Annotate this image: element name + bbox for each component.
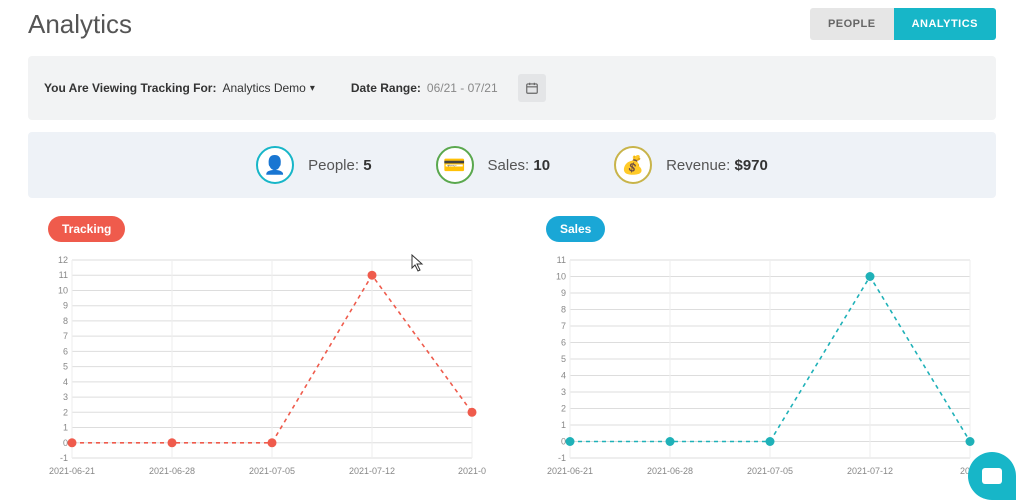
stat-revenue: 💰 Revenue: $970: [614, 146, 768, 184]
svg-text:11: 11: [59, 270, 68, 280]
svg-text:2021-0: 2021-0: [458, 466, 486, 476]
svg-text:5: 5: [63, 362, 68, 372]
svg-text:2021-07-05: 2021-07-05: [747, 466, 793, 476]
calendar-button[interactable]: [518, 74, 546, 102]
svg-text:8: 8: [561, 305, 566, 315]
sales-badge: Sales: [546, 216, 605, 242]
chat-icon: [982, 468, 1002, 484]
svg-text:2021-06-28: 2021-06-28: [647, 466, 693, 476]
view-tabs: People Analytics: [810, 8, 996, 40]
tracking-chart: -101234567891011122021-06-212021-06-2820…: [34, 254, 492, 480]
tracking-badge: Tracking: [48, 216, 125, 242]
svg-text:9: 9: [561, 288, 566, 298]
svg-text:12: 12: [58, 255, 68, 265]
svg-text:2021-06-21: 2021-06-21: [547, 466, 593, 476]
tracking-selector[interactable]: Analytics Demo ▾: [222, 81, 314, 95]
svg-text:8: 8: [63, 316, 68, 326]
svg-text:6: 6: [63, 346, 68, 356]
svg-text:5: 5: [561, 354, 566, 364]
svg-text:11: 11: [557, 255, 566, 265]
svg-text:4: 4: [561, 371, 566, 381]
people-icon: 👤: [256, 146, 294, 184]
stat-sales: 💳 Sales: 10: [436, 146, 551, 184]
svg-text:9: 9: [63, 301, 68, 311]
sales-chart: -1 0 1 2 3 4 5 6 7 8 9 10 11 2021-06-21 2021-06-28 2021…: [532, 254, 990, 480]
stat-people: 👤 People: 5: [256, 146, 371, 184]
svg-text:3: 3: [63, 392, 68, 402]
sales-icon: 💳: [436, 146, 474, 184]
svg-text:0: 0: [63, 438, 68, 448]
stat-people-label: People:: [308, 157, 359, 174]
stat-sales-value: 10: [533, 157, 550, 174]
svg-text:-1: -1: [558, 453, 566, 463]
stat-revenue-label: Revenue:: [666, 157, 730, 174]
svg-text:2021-06-21: 2021-06-21: [49, 466, 95, 476]
svg-text:4: 4: [63, 377, 68, 387]
svg-text:7: 7: [561, 321, 566, 331]
svg-text:6: 6: [561, 338, 566, 348]
svg-text:1: 1: [63, 423, 68, 433]
svg-text:1: 1: [561, 420, 566, 430]
chat-button[interactable]: [968, 452, 1016, 500]
stats-strip: 👤 People: 5 💳 Sales: 10 💰 Revenue: $970: [28, 132, 996, 198]
filter-bar: You Are Viewing Tracking For: Analytics …: [28, 56, 996, 120]
tab-people[interactable]: People: [810, 8, 894, 40]
tracking-for-label: You Are Viewing Tracking For:: [44, 81, 216, 95]
tab-analytics[interactable]: Analytics: [894, 8, 996, 40]
svg-text:10: 10: [556, 272, 566, 282]
svg-text:3: 3: [561, 387, 566, 397]
svg-text:10: 10: [58, 285, 68, 295]
svg-text:-1: -1: [60, 453, 68, 463]
svg-text:2021-07-12: 2021-07-12: [847, 466, 893, 476]
stat-revenue-value: $970: [734, 157, 767, 174]
svg-text:2021-07-12: 2021-07-12: [349, 466, 395, 476]
tracking-selector-value: Analytics Demo: [222, 81, 305, 95]
svg-text:2021-06-28: 2021-06-28: [149, 466, 195, 476]
svg-text:0: 0: [561, 437, 566, 447]
revenue-icon: 💰: [614, 146, 652, 184]
svg-text:7: 7: [63, 331, 68, 341]
svg-text:2: 2: [63, 407, 68, 417]
chevron-down-icon: ▾: [310, 83, 315, 94]
svg-text:2021-07-05: 2021-07-05: [249, 466, 295, 476]
calendar-icon: [525, 81, 539, 95]
date-range-label: Date Range:: [351, 81, 421, 95]
page-title: Analytics: [28, 9, 132, 40]
svg-text:2: 2: [561, 404, 566, 414]
stat-sales-label: Sales:: [488, 157, 530, 174]
stat-people-value: 5: [363, 157, 371, 174]
date-range-value: 06/21 - 07/21: [427, 81, 498, 95]
